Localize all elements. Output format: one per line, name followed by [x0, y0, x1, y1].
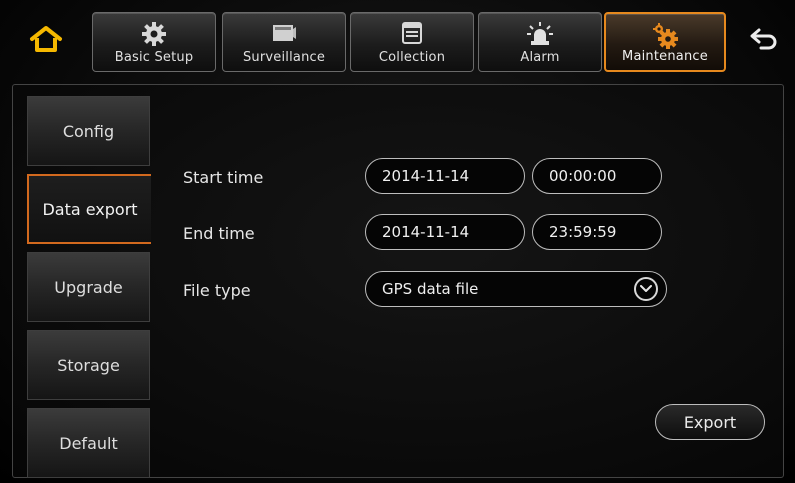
sidebar-item-label: Data export	[42, 199, 138, 219]
gears-icon	[650, 22, 680, 54]
start-time-value: 00:00:00	[549, 167, 617, 185]
tab-label: Surveillance	[242, 50, 326, 65]
home-icon	[29, 24, 63, 58]
tab-collection[interactable]: Collection	[350, 12, 474, 72]
start-date-field[interactable]: 2014-11-14	[365, 158, 525, 194]
document-icon	[400, 21, 424, 49]
file-type-value: GPS data file	[382, 280, 479, 298]
tab-label: Basic Setup	[114, 50, 194, 65]
tab-label: Alarm	[520, 50, 560, 65]
camera-icon	[271, 21, 297, 49]
end-date-value: 2014-11-14	[382, 223, 470, 241]
tab-maintenance[interactable]: Maintenance	[604, 12, 726, 72]
sidebar-item-data-export[interactable]: Data export	[27, 174, 151, 244]
end-time-field[interactable]: 23:59:59	[532, 214, 662, 250]
tab-label: Collection	[378, 50, 446, 65]
start-date-value: 2014-11-14	[382, 167, 470, 185]
end-date-field[interactable]: 2014-11-14	[365, 214, 525, 250]
sidebar-item-storage[interactable]: Storage	[27, 330, 150, 400]
sidebar-item-label: Upgrade	[54, 277, 123, 297]
sidebar-item-upgrade[interactable]: Upgrade	[27, 252, 150, 322]
sidebar-item-label: Default	[59, 433, 118, 453]
file-type-label: File type	[183, 281, 251, 300]
screen-frame: Basic Setup Surveillance Collection Alar…	[0, 0, 795, 483]
sidebar-item-default[interactable]: Default	[27, 408, 150, 478]
back-button[interactable]	[742, 20, 786, 62]
sidebar-item-label: Storage	[57, 355, 120, 375]
start-time-field[interactable]: 00:00:00	[532, 158, 662, 194]
gear-icon	[141, 21, 167, 51]
start-time-label: Start time	[183, 168, 264, 187]
tab-alarm[interactable]: Alarm	[478, 12, 602, 72]
tab-surveillance[interactable]: Surveillance	[222, 12, 346, 72]
back-arrow-icon	[749, 26, 779, 56]
alarm-light-icon	[526, 21, 554, 51]
file-type-select[interactable]: GPS data file	[365, 271, 667, 307]
tab-basic-setup[interactable]: Basic Setup	[92, 12, 216, 72]
sidebar-item-config[interactable]: Config	[27, 96, 150, 166]
home-button[interactable]	[22, 20, 70, 62]
export-button[interactable]: Export	[655, 404, 765, 440]
export-button-label: Export	[683, 412, 737, 432]
end-time-value: 23:59:59	[549, 223, 617, 241]
sidebar-item-label: Config	[62, 121, 115, 141]
end-time-label: End time	[183, 224, 255, 243]
chevron-down-icon[interactable]	[634, 277, 658, 301]
top-navigation: Basic Setup Surveillance Collection Alar…	[0, 0, 795, 84]
